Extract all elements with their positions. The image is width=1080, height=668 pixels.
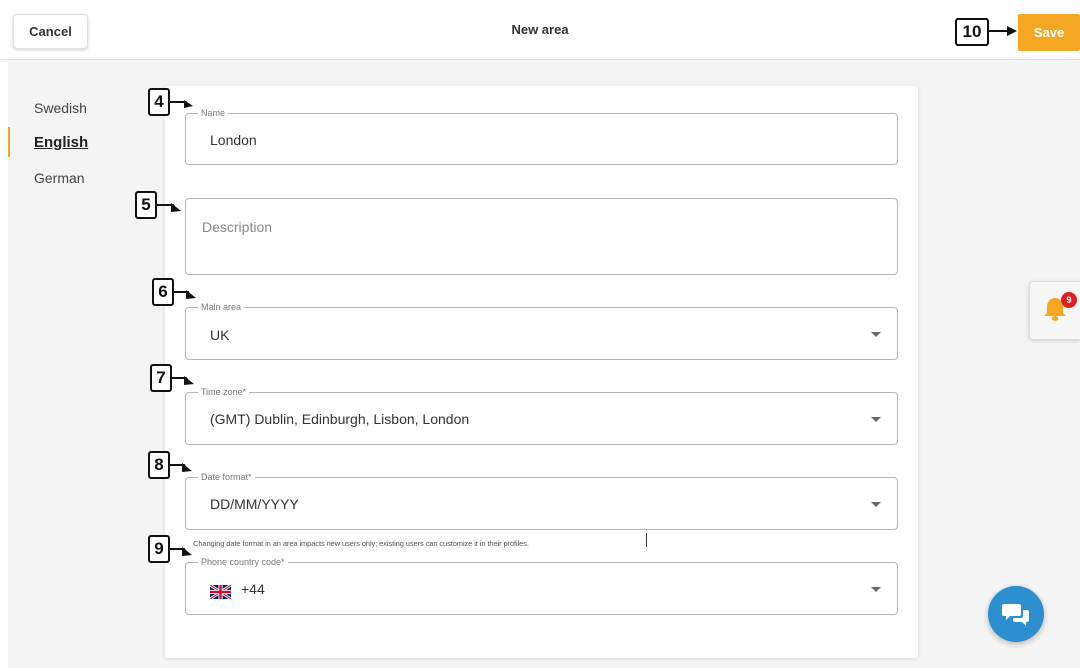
time-zone-label: Time zone* (198, 386, 250, 398)
name-field[interactable]: Name London (185, 107, 898, 165)
callout-7: 7 (150, 364, 172, 392)
top-bar: Cancel New area Save (0, 0, 1080, 60)
arrow-icon (170, 463, 192, 472)
main-area-value: UK (210, 327, 230, 343)
date-format-helper-text: Changing date format in an area impacts … (193, 539, 529, 548)
date-format-label: Date format* (198, 471, 255, 483)
page-title: New area (511, 22, 569, 37)
callout-4: 4 (148, 88, 170, 116)
notifications-button[interactable]: 9 (1029, 281, 1080, 340)
language-list: Swedish English German (8, 90, 148, 195)
notification-count-badge: 9 (1061, 292, 1077, 308)
arrow-icon (989, 26, 1017, 36)
name-field-label: Name (198, 107, 229, 119)
chevron-down-icon[interactable] (871, 331, 881, 337)
main-area-label: Main area (198, 301, 245, 313)
arrow-icon (172, 376, 194, 385)
date-format-value: DD/MM/YYYY (210, 496, 299, 512)
callout-10: 10 (955, 18, 989, 46)
phone-country-code-label: Phone country code* (198, 556, 288, 568)
uk-flag-icon (210, 585, 231, 599)
time-zone-select[interactable]: Time zone* (GMT) Dublin, Edinburgh, Lisb… (185, 386, 898, 445)
phone-country-code-value: +44 (241, 581, 265, 597)
arrow-icon (170, 100, 193, 108)
phone-country-code-select[interactable]: Phone country code* +44 (185, 556, 898, 615)
name-field-value: London (210, 132, 257, 148)
description-field[interactable]: Description (185, 198, 898, 275)
description-placeholder: Description (202, 219, 273, 235)
date-format-select[interactable]: Date format* DD/MM/YYYY (185, 471, 898, 530)
callout-8: 8 (148, 451, 170, 479)
chat-bubbles-icon (1002, 604, 1029, 626)
chevron-down-icon[interactable] (871, 501, 881, 507)
callout-6: 6 (152, 278, 174, 306)
arrow-icon (170, 547, 192, 556)
save-button[interactable]: Save (1018, 14, 1080, 51)
language-item-english[interactable]: English (8, 125, 148, 160)
callout-5: 5 (135, 191, 157, 219)
main-area-select[interactable]: Main area UK (185, 301, 898, 360)
language-label: Swedish (34, 99, 87, 116)
arrow-icon (157, 203, 181, 212)
language-item-german[interactable]: German (8, 160, 148, 195)
arrow-icon (174, 290, 196, 299)
chevron-down-icon[interactable] (871, 416, 881, 422)
callout-9: 9 (148, 535, 170, 563)
language-label: English (34, 134, 89, 151)
language-item-swedish[interactable]: Swedish (8, 90, 148, 125)
text-cursor (646, 533, 647, 547)
language-label: German (34, 169, 85, 186)
chevron-down-icon[interactable] (871, 586, 881, 592)
time-zone-value: (GMT) Dublin, Edinburgh, Lisbon, London (210, 411, 470, 427)
chat-button[interactable] (988, 586, 1044, 642)
